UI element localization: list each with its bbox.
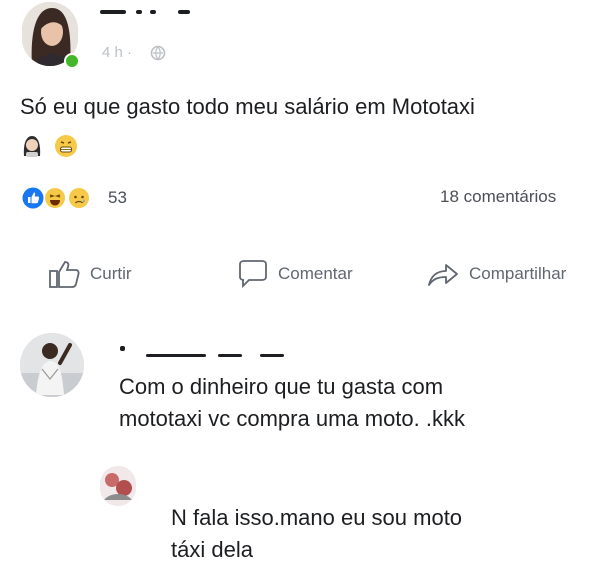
globe-icon xyxy=(150,45,166,61)
comment-button[interactable]: Comentar xyxy=(236,258,353,290)
comment-text-line2: mototaxi vc compra uma moto. .kkk xyxy=(119,406,465,431)
commenter-avatar[interactable] xyxy=(20,333,84,397)
commenter-name[interactable] xyxy=(120,346,125,351)
online-status-dot xyxy=(64,53,80,69)
author-name[interactable] xyxy=(100,10,126,14)
comment-label: Comentar xyxy=(278,264,353,283)
reply-avatar-icon xyxy=(100,466,136,506)
woman-face-emoji-icon xyxy=(23,136,41,157)
like-label: Curtir xyxy=(90,264,132,283)
reply-avatar[interactable] xyxy=(100,466,136,506)
sad-icon xyxy=(69,188,89,208)
post-text: Só eu que gasto todo meu salário em Moto… xyxy=(20,94,475,119)
commenter-name-part xyxy=(218,354,242,357)
comments-count[interactable]: 18 comentários xyxy=(440,187,556,207)
comment-text-line1: Com o dinheiro que tu gasta com xyxy=(119,374,444,399)
thumbs-up-icon xyxy=(49,261,80,288)
separator: · xyxy=(127,44,133,61)
share-button[interactable]: Compartilhar xyxy=(425,258,566,290)
reaction-count: 53 xyxy=(108,188,127,207)
commenter-name-part xyxy=(260,354,284,357)
man-avatar-icon xyxy=(20,333,84,397)
like-button[interactable]: Curtir xyxy=(48,258,132,290)
post-timestamp[interactable]: 4 h · xyxy=(102,44,132,61)
reply-text-line2: táxi dela xyxy=(171,537,253,562)
commenter-name-part xyxy=(146,354,206,357)
share-arrow-icon xyxy=(428,264,458,286)
post-time: 4 h xyxy=(102,44,123,61)
haha-icon xyxy=(45,188,65,208)
author-name-part xyxy=(178,10,190,14)
grimacing-face-emoji-icon xyxy=(55,135,77,157)
author-name-part xyxy=(150,10,156,14)
reply-text-line1: N fala isso.mano eu sou moto xyxy=(171,505,463,530)
speech-bubble-icon xyxy=(239,260,267,289)
reactions-summary[interactable]: 53 xyxy=(22,185,142,211)
share-label: Compartilhar xyxy=(469,264,567,283)
like-icon xyxy=(22,187,44,209)
author-name-part xyxy=(136,10,142,14)
